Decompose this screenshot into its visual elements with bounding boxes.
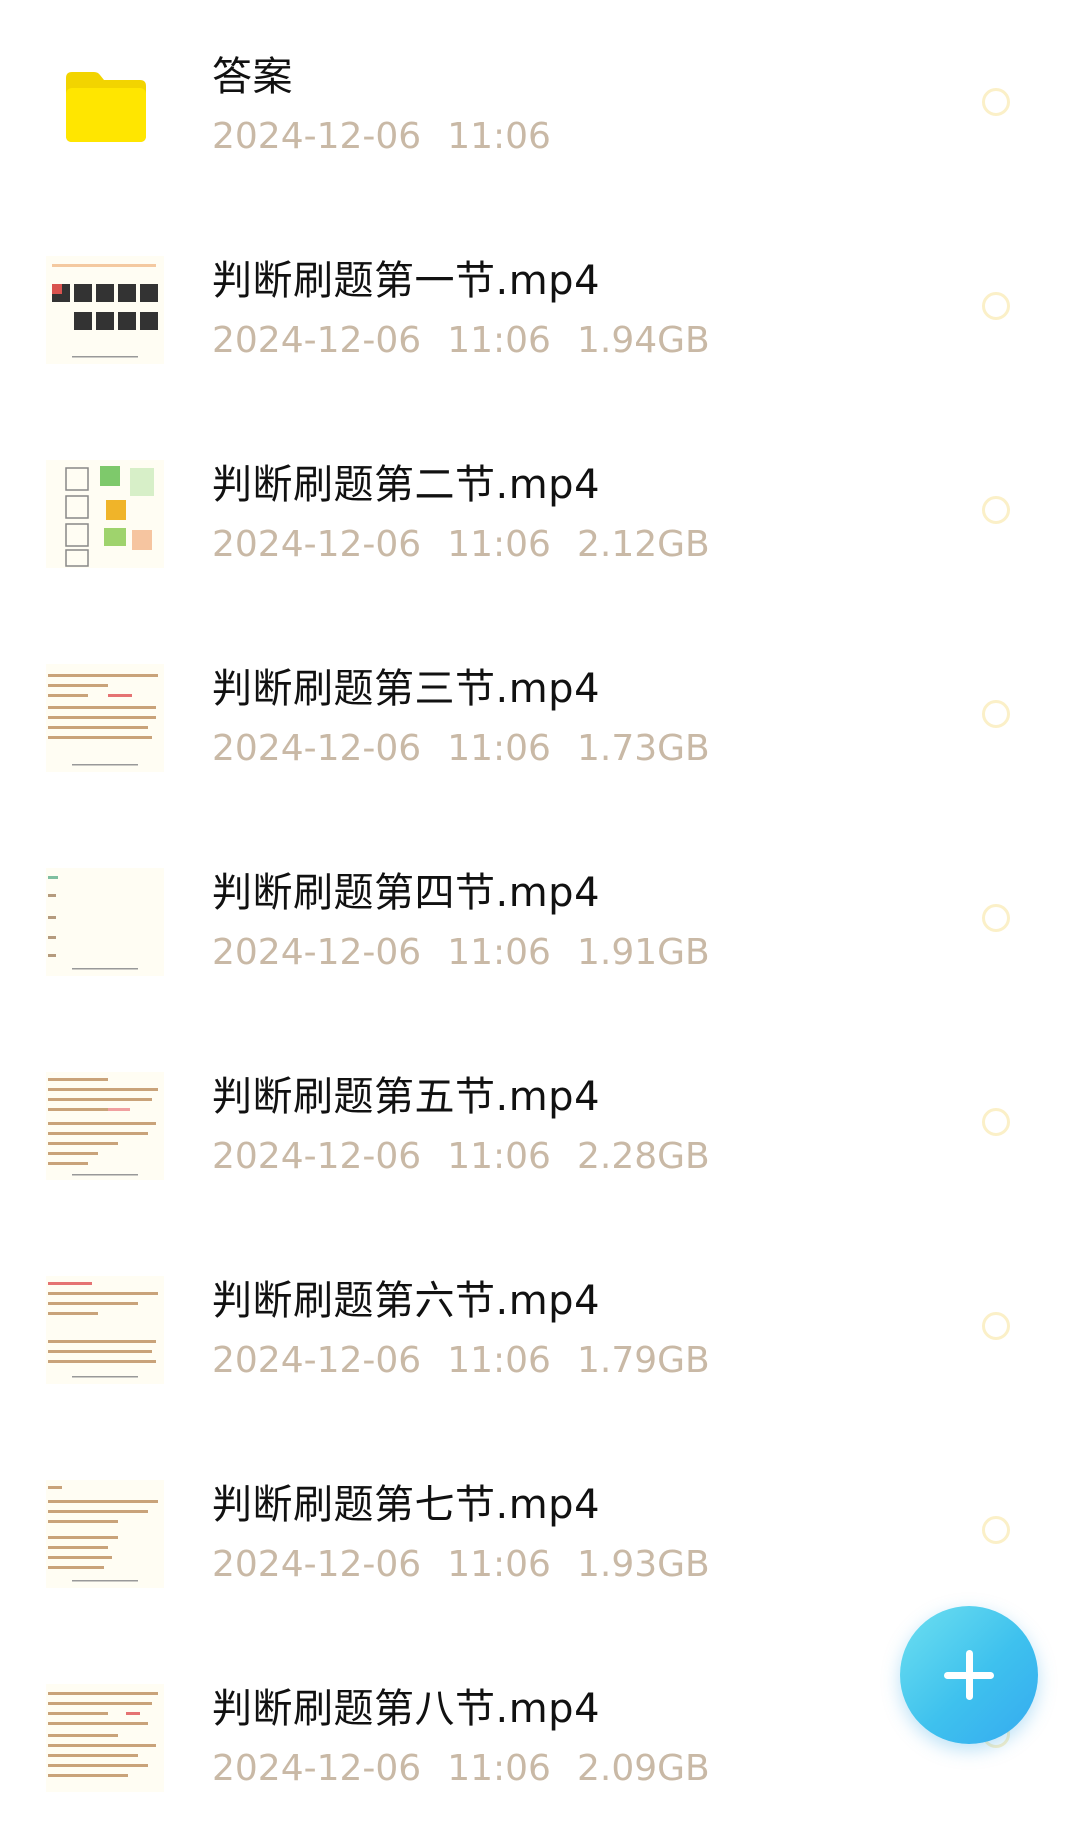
- file-date: 2024-12-06: [212, 524, 422, 565]
- file-name: 判断刷题第三节.mp4: [212, 666, 601, 712]
- select-checkbox[interactable]: [982, 88, 1010, 116]
- file-name: 判断刷题第一节.mp4: [212, 258, 601, 304]
- file-size: 2.28GB: [576, 1136, 710, 1177]
- file-size: 1.93GB: [576, 1544, 710, 1585]
- select-checkbox[interactable]: [982, 1312, 1010, 1340]
- file-date: 2024-12-06: [212, 1340, 422, 1381]
- video-thumbnail: [46, 256, 164, 364]
- file-size: 1.91GB: [576, 932, 710, 973]
- list-item[interactable]: 答案 2024-12-06 11:06: [0, 0, 1078, 204]
- file-name: 判断刷题第四节.mp4: [212, 870, 601, 916]
- list-item[interactable]: 判断刷题第四节.mp4 2024-12-06 11:06 1.91GB: [0, 816, 1078, 1020]
- video-thumbnail: [46, 460, 164, 568]
- list-item[interactable]: 判断刷题第一节.mp4 2024-12-06 11:06 1.94GB: [0, 204, 1078, 408]
- file-date: 2024-12-06: [212, 116, 422, 157]
- file-meta: 2024-12-06 11:06 1.94GB: [212, 320, 736, 361]
- select-checkbox[interactable]: [982, 700, 1010, 728]
- list-item[interactable]: 判断刷题第七节.mp4 2024-12-06 11:06 1.93GB: [0, 1428, 1078, 1632]
- file-meta: 2024-12-06 11:06 2.09GB: [212, 1748, 736, 1789]
- file-name: 判断刷题第七节.mp4: [212, 1482, 601, 1528]
- file-size: 2.09GB: [576, 1748, 710, 1789]
- file-date: 2024-12-06: [212, 1748, 422, 1789]
- file-size: 1.79GB: [576, 1340, 710, 1381]
- file-meta: 2024-12-06 11:06 2.28GB: [212, 1136, 736, 1177]
- file-date: 2024-12-06: [212, 1544, 422, 1585]
- video-thumbnail: [46, 1480, 164, 1588]
- list-item[interactable]: 判断刷题第六节.mp4 2024-12-06 11:06 1.79GB: [0, 1224, 1078, 1428]
- file-date: 2024-12-06: [212, 932, 422, 973]
- add-button[interactable]: [900, 1606, 1038, 1744]
- file-meta: 2024-12-06 11:06: [212, 116, 577, 157]
- file-name: 判断刷题第二节.mp4: [212, 462, 601, 508]
- file-name: 判断刷题第五节.mp4: [212, 1074, 601, 1120]
- file-size: 2.12GB: [576, 524, 710, 565]
- file-meta: 2024-12-06 11:06 1.93GB: [212, 1544, 736, 1585]
- video-thumbnail: [46, 1684, 164, 1792]
- list-item[interactable]: 判断刷题第二节.mp4 2024-12-06 11:06 2.12GB: [0, 408, 1078, 612]
- file-time: 11:06: [447, 524, 551, 565]
- file-date: 2024-12-06: [212, 1136, 422, 1177]
- select-checkbox[interactable]: [982, 1516, 1010, 1544]
- file-meta: 2024-12-06 11:06 1.73GB: [212, 728, 736, 769]
- video-thumbnail: [46, 664, 164, 772]
- file-name: 判断刷题第八节.mp4: [212, 1686, 601, 1732]
- file-time: 11:06: [447, 320, 551, 361]
- list-item[interactable]: 判断刷题第五节.mp4 2024-12-06 11:06 2.28GB: [0, 1020, 1078, 1224]
- file-time: 11:06: [447, 1340, 551, 1381]
- file-meta: 2024-12-06 11:06 2.12GB: [212, 524, 736, 565]
- list-item[interactable]: 判断刷题第三节.mp4 2024-12-06 11:06 1.73GB: [0, 612, 1078, 816]
- file-time: 11:06: [447, 932, 551, 973]
- file-time: 11:06: [447, 1748, 551, 1789]
- file-meta: 2024-12-06 11:06 1.79GB: [212, 1340, 736, 1381]
- video-thumbnail: [46, 1072, 164, 1180]
- file-size: 1.73GB: [576, 728, 710, 769]
- video-thumbnail: [46, 868, 164, 976]
- file-meta: 2024-12-06 11:06 1.91GB: [212, 932, 736, 973]
- select-checkbox[interactable]: [982, 1108, 1010, 1136]
- file-time: 11:06: [447, 728, 551, 769]
- select-checkbox[interactable]: [982, 904, 1010, 932]
- plus-icon: [944, 1650, 994, 1700]
- file-name: 答案: [212, 54, 293, 100]
- file-date: 2024-12-06: [212, 728, 422, 769]
- file-time: 11:06: [447, 116, 551, 157]
- select-checkbox[interactable]: [982, 292, 1010, 320]
- file-name: 判断刷题第六节.mp4: [212, 1278, 601, 1324]
- folder-icon: [66, 72, 146, 142]
- video-thumbnail: [46, 1276, 164, 1384]
- file-time: 11:06: [447, 1544, 551, 1585]
- select-checkbox[interactable]: [982, 496, 1010, 524]
- file-size: 1.94GB: [576, 320, 710, 361]
- file-date: 2024-12-06: [212, 320, 422, 361]
- file-time: 11:06: [447, 1136, 551, 1177]
